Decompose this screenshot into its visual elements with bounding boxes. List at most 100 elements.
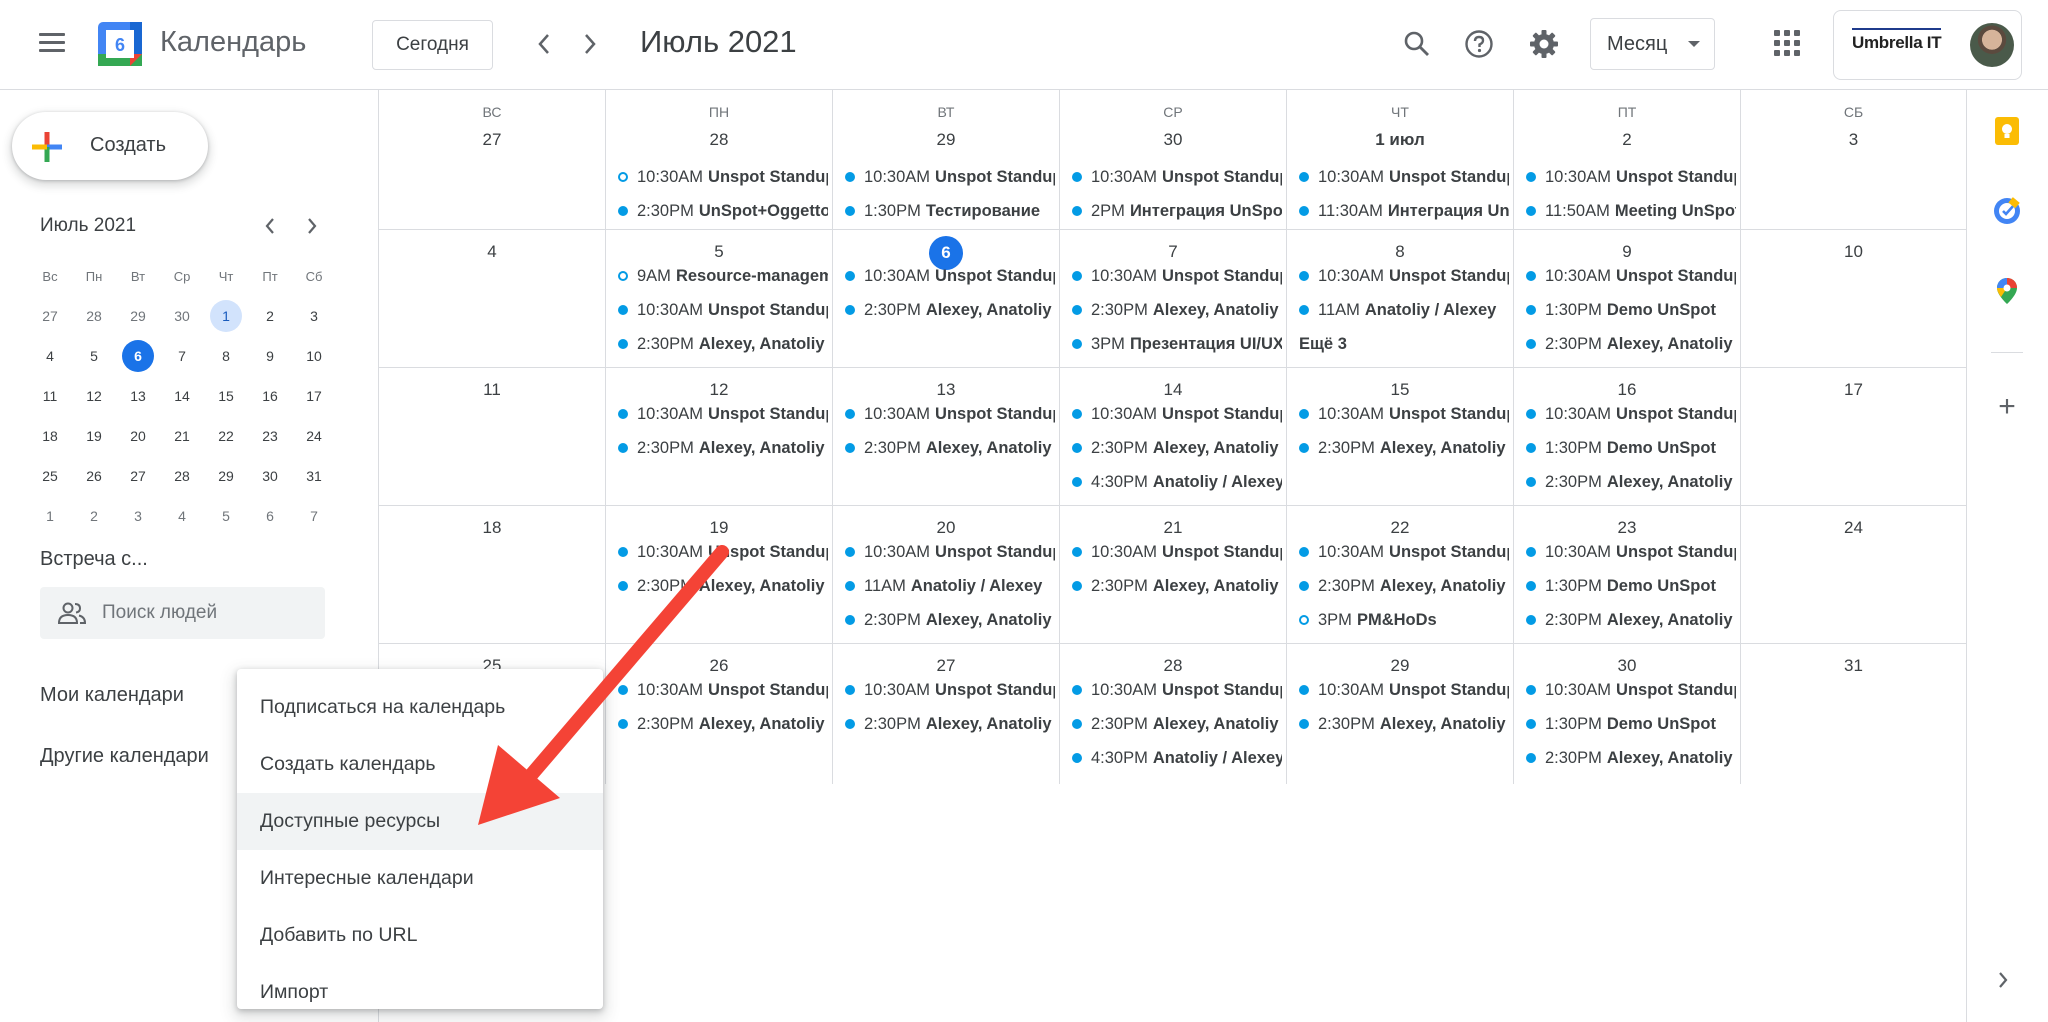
day-cell[interactable]: ПТ 2 10:30AM Unspot Standup 11:50AM Meeting U… bbox=[1514, 90, 1741, 229]
mini-day[interactable]: 30 bbox=[160, 296, 204, 336]
event-chip[interactable]: 4:30PM Anatoliy / Alexey bbox=[1072, 470, 1282, 494]
keep-icon[interactable] bbox=[1992, 116, 2022, 146]
event-chip[interactable]: 10:30AM Unspot Standup bbox=[1299, 540, 1509, 564]
mini-day[interactable]: 31 bbox=[292, 456, 336, 496]
event-chip[interactable]: 1:30PM Demo UnSpot bbox=[1526, 298, 1736, 322]
day-number[interactable]: 10 bbox=[1741, 242, 1966, 262]
event-chip[interactable]: 3PM PM&HoDs bbox=[1299, 608, 1509, 632]
day-cell[interactable]: 59AMResource-management10:30AMUnspot Sta… bbox=[606, 230, 833, 367]
day-number[interactable]: 28 bbox=[606, 130, 832, 150]
mini-day[interactable]: 22 bbox=[204, 416, 248, 456]
day-number[interactable]: 7 bbox=[1060, 242, 1286, 262]
chevron-left-icon[interactable] bbox=[524, 24, 564, 64]
day-number[interactable]: 18 bbox=[379, 518, 605, 538]
menu-item-create-calendar[interactable]: Создать календарь bbox=[237, 736, 603, 793]
mini-day[interactable]: 27 bbox=[116, 456, 160, 496]
my-calendars-section[interactable]: Мои календари bbox=[40, 684, 184, 707]
event-chip[interactable]: 10:30AM Unspot Standup bbox=[618, 678, 828, 702]
day-number[interactable]: 12 bbox=[606, 380, 832, 400]
google-apps-icon[interactable] bbox=[1770, 26, 1802, 58]
day-cell[interactable]: 8 10:30AM Unspot Standup 11AM Anatoliy / Ale… bbox=[1287, 230, 1514, 367]
event-chip[interactable]: 10:30AM Unspot Standup bbox=[1072, 402, 1282, 426]
event-chip[interactable]: 10:30AM Unspot Standup bbox=[845, 165, 1055, 189]
mini-day[interactable]: 25 bbox=[28, 456, 72, 496]
day-number[interactable]: 23 bbox=[1514, 518, 1740, 538]
event-chip[interactable]: 10:30AM Unspot Standup bbox=[1072, 540, 1282, 564]
view-select[interactable]: Месяц bbox=[1590, 18, 1715, 70]
create-button[interactable]: Создать bbox=[12, 112, 208, 180]
mini-day[interactable]: 4 bbox=[28, 336, 72, 376]
day-number[interactable]: 27 bbox=[833, 656, 1059, 676]
day-number[interactable]: 28 bbox=[1060, 656, 1286, 676]
event-chip[interactable]: 2:30PM Alexey, Anatoliy bbox=[618, 574, 828, 598]
mini-day[interactable]: 19 bbox=[72, 416, 116, 456]
day-number[interactable]: 29 bbox=[833, 130, 1059, 150]
event-chip[interactable]: 10:30AM Unspot Standup bbox=[618, 402, 828, 426]
mini-day[interactable]: 4 bbox=[160, 496, 204, 536]
event-chip[interactable]: 2:30PM Alexey, Anatoliy bbox=[618, 332, 828, 356]
day-number[interactable]: 3 bbox=[1741, 130, 1966, 150]
event-chip[interactable]: 2:30PM Alexey, Anatoliy bbox=[1526, 608, 1736, 632]
event-chip[interactable]: 10:30AM Unspot Standup bbox=[1299, 264, 1509, 288]
event-chip[interactable]: 2:30PM Alexey, Anatoliy bbox=[618, 712, 828, 736]
event-chip[interactable]: 1:30PM Тестирование bbox=[845, 199, 1055, 223]
day-cell[interactable]: 11 bbox=[379, 368, 606, 505]
day-cell[interactable]: 7 10:30AM Unspot Standup 2:30PM Alexey, Anat… bbox=[1060, 230, 1287, 367]
day-number[interactable]: 19 bbox=[606, 518, 832, 538]
add-addon-icon[interactable]: + bbox=[1991, 390, 2023, 424]
mini-day[interactable]: 15 bbox=[204, 376, 248, 416]
help-icon[interactable] bbox=[1459, 24, 1499, 64]
event-chip[interactable]: 10:30AM Unspot Standup bbox=[1299, 678, 1509, 702]
event-chip[interactable]: 10:30AM Unspot Standup bbox=[845, 402, 1055, 426]
mini-day[interactable]: 10 bbox=[292, 336, 336, 376]
main-menu-icon[interactable] bbox=[32, 28, 72, 62]
day-cell[interactable]: 9 10:30AM Unspot Standup 1:30PM Demo UnSpot 2… bbox=[1514, 230, 1741, 367]
mini-day[interactable]: 6 bbox=[116, 336, 160, 376]
event-chip[interactable]: 2:30PM Alexey, Anatoliy bbox=[1526, 746, 1736, 770]
day-cell[interactable]: ВТ 29 10:30AM Unspot Standup 1:30PM Тестирова… bbox=[833, 90, 1060, 229]
event-chip[interactable]: 10:30AM Unspot Standup bbox=[845, 264, 1055, 288]
event-chip[interactable]: 9AMResource-management bbox=[618, 264, 828, 288]
day-number[interactable]: 1 июл bbox=[1287, 130, 1513, 150]
mini-day[interactable]: 7 bbox=[160, 336, 204, 376]
maps-icon[interactable] bbox=[1992, 276, 2022, 306]
mini-day[interactable]: 3 bbox=[292, 296, 336, 336]
day-number[interactable]: 21 bbox=[1060, 518, 1286, 538]
day-cell[interactable]: 16 10:30AM Unspot Standup 1:30PM Demo UnSpot… bbox=[1514, 368, 1741, 505]
day-cell[interactable]: 14 10:30AM Unspot Standup 2:30PM Alexey, Ana… bbox=[1060, 368, 1287, 505]
day-number[interactable]: 17 bbox=[1741, 380, 1966, 400]
mini-day[interactable]: 2 bbox=[72, 496, 116, 536]
mini-next-month-icon[interactable] bbox=[296, 210, 328, 242]
event-chip[interactable]: 10:30AM Unspot Standup bbox=[1526, 678, 1736, 702]
day-number[interactable]: 13 bbox=[833, 380, 1059, 400]
day-cell[interactable]: 26 10:30AM Unspot Standup 2:30PM Alexey, Ana… bbox=[606, 644, 833, 784]
day-number[interactable]: 22 bbox=[1287, 518, 1513, 538]
day-number[interactable]: 2 bbox=[1514, 130, 1740, 150]
mini-day[interactable]: 29 bbox=[204, 456, 248, 496]
mini-day[interactable]: 14 bbox=[160, 376, 204, 416]
mini-day[interactable]: 3 bbox=[116, 496, 160, 536]
event-chip[interactable]: 3PM Презентация UI/UX bbox=[1072, 332, 1282, 356]
event-chip[interactable]: 10:30AM Unspot Standup bbox=[1526, 540, 1736, 564]
mini-day[interactable]: 27 bbox=[28, 296, 72, 336]
day-number[interactable]: 4 bbox=[379, 242, 605, 262]
day-cell[interactable]: 18 bbox=[379, 506, 606, 643]
mini-day[interactable]: 30 bbox=[248, 456, 292, 496]
event-chip[interactable]: 10:30AM Unspot Standup bbox=[1526, 165, 1736, 189]
event-chip[interactable]: 2:30PM Alexey, Anatoliy bbox=[1299, 574, 1509, 598]
day-cell[interactable]: 12 10:30AM Unspot Standup 2:30PM Alexey, Ana… bbox=[606, 368, 833, 505]
event-chip[interactable]: 2:30PM Alexey, Anatoliy bbox=[618, 436, 828, 460]
event-chip[interactable]: 1:30PM Demo UnSpot bbox=[1526, 712, 1736, 736]
day-number[interactable]: 29 bbox=[1287, 656, 1513, 676]
day-number[interactable]: 26 bbox=[606, 656, 832, 676]
mini-day[interactable]: 21 bbox=[160, 416, 204, 456]
mini-day[interactable]: 28 bbox=[72, 296, 116, 336]
day-number[interactable]: 14 bbox=[1060, 380, 1286, 400]
day-number[interactable]: 27 bbox=[379, 130, 605, 150]
event-chip[interactable]: 2:30PM Alexey, Anatoliy bbox=[1299, 712, 1509, 736]
day-cell[interactable]: 24 bbox=[1741, 506, 1967, 643]
day-cell[interactable]: ПН 28 10:30AM Unspot Standup 2:30PM UnSpot+Og… bbox=[606, 90, 833, 229]
menu-item-subscribe[interactable]: Подписаться на календарь bbox=[237, 679, 603, 736]
day-cell[interactable]: 30 10:30AM Unspot Standup 1:30PM Demo UnSpot… bbox=[1514, 644, 1741, 784]
event-chip[interactable]: 10:30AM Unspot Standup bbox=[1526, 264, 1736, 288]
